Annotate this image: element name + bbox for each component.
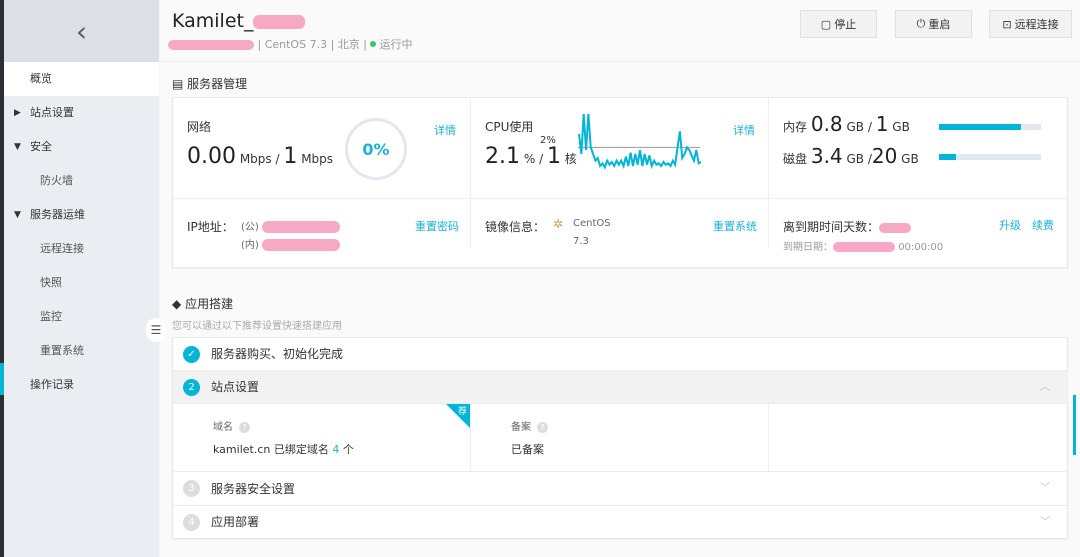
expiry-days: 离到期时间天数： [783, 218, 912, 235]
memory-bar [939, 124, 1041, 130]
renew-link[interactable]: 续费 [1032, 217, 1054, 233]
icp-value: 已备案 [511, 443, 544, 456]
caret-down-icon: ▼ [14, 142, 21, 152]
sidebar-item[interactable]: ▼ 安全 [4, 130, 159, 164]
layers-icon: ◆ [172, 297, 182, 311]
sidebar-item-label: 远程连接 [40, 242, 84, 255]
caret-down-icon: ▼ [14, 210, 21, 220]
help-icon[interactable]: ? [537, 422, 548, 433]
cpu-value: 2.1 % / 1 核 [485, 144, 577, 169]
sidebar-item[interactable]: 概览 [4, 62, 159, 96]
ip-label: IP地址： [187, 220, 234, 234]
expiry-date: 到期日期： 00:00:00 [783, 242, 944, 253]
sidebar-item-label: 服务器运维 [30, 208, 85, 221]
status-text: 运行中 [379, 38, 413, 51]
server-card: 网络 0.00 Mbps / 1 Mbps 0% 详情 CPU使用 2% 2.1… [172, 97, 1069, 268]
chevron-down-icon: ﹀ [1040, 483, 1050, 494]
section-title-server: ▤ 服务器管理 [172, 77, 248, 91]
image-version: 7.3 [573, 236, 589, 247]
network-label: 网络 [187, 120, 212, 134]
centos-icon: ✲ [553, 217, 564, 231]
reset-password-link[interactable]: 重置密码 [415, 218, 459, 234]
disk-value: 磁盘 3.4 GB /20 GB [783, 144, 919, 168]
network-value: 0.00 Mbps / 1 Mbps [187, 144, 334, 169]
sidebar-item-label: 防火墙 [40, 174, 73, 187]
instance-meta: | CentOS 7.3 | 北京 | 运行中 [168, 36, 412, 52]
chevron-down-icon: ﹀ [1040, 517, 1050, 528]
domain-label: 域名? [213, 418, 250, 433]
server-icon: ▤ [172, 77, 184, 91]
cpu-detail-link[interactable]: 详情 [733, 122, 755, 138]
domain-value: kamilet.cn 已绑定域名 4 个 [213, 443, 354, 456]
network-detail-link[interactable]: 详情 [434, 122, 456, 138]
sidebar-item-label: 概览 [30, 72, 52, 85]
sidebar-item-label: 监控 [40, 310, 62, 323]
power-icon: ⏻ [916, 17, 926, 30]
cpu-sparkline [578, 113, 702, 170]
domain-count-link[interactable]: 4 [332, 443, 339, 456]
sidebar-item-label: 快照 [40, 276, 62, 289]
sidebar-item[interactable]: 远程连接 [4, 232, 159, 266]
caret-right-icon: ▶ [14, 108, 21, 118]
step-row[interactable]: 3 服务器安全设置 ﹀ [173, 472, 1068, 506]
reset-system-link[interactable]: 重置系统 [713, 218, 757, 234]
recommend-badge: 荐 [458, 407, 468, 417]
sidebar-item[interactable]: 操作记录 [4, 368, 159, 402]
step-row-active[interactable]: 2 站点设置 ︿ [173, 371, 1068, 404]
step-row[interactable]: ✓ 服务器购买、初始化完成 [173, 338, 1068, 371]
help-icon[interactable]: ? [239, 422, 250, 433]
sidebar-item[interactable]: ▶ 站点设置 [4, 96, 159, 130]
sidebar-item[interactable]: 监控 [4, 300, 159, 334]
main-content: Kamilet_ | CentOS 7.3 | 北京 | 运行中 ▢ 停止 ⏻ 重启… [146, 0, 1080, 557]
remote-connect-button[interactable]: ⊡ 远程连接 [989, 10, 1072, 38]
cpu-label: CPU使用 [485, 120, 534, 134]
sidebar-item[interactable]: ▼ 服务器运维 [4, 198, 159, 232]
sidebar-item-label: 安全 [30, 140, 52, 153]
memory-value: 内存 0.8 GB / 1 GB [783, 112, 910, 136]
public-ip: (公) [241, 218, 340, 233]
sidebar-item[interactable]: 重置系统 [4, 334, 159, 368]
chevron-left-icon: ‹ [75, 14, 88, 48]
section-title-app: ◆ 应用搭建 [172, 297, 234, 311]
stop-button[interactable]: ▢ 停止 [800, 10, 877, 38]
network-gauge: 0% [345, 118, 407, 180]
cpu-usage-line [578, 113, 702, 170]
image-label: 镜像信息： [485, 220, 546, 234]
sidebar-item[interactable]: 快照 [4, 266, 159, 300]
menu-toggle-icon[interactable]: ☰ [146, 318, 166, 342]
disk-bar [939, 154, 1041, 160]
restart-button[interactable]: ⏻ 重启 [895, 10, 972, 38]
private-ip: (内) [241, 236, 340, 251]
sidebar-item-label: 站点设置 [30, 106, 74, 119]
collapse-button[interactable]: ‹ [4, 0, 159, 62]
terminal-icon: ⊡ [1002, 17, 1012, 31]
sidebar-item-label: 操作记录 [30, 378, 74, 391]
app-steps-card: ✓ 服务器购买、初始化完成 2 站点设置 ︿ 荐 域名? kamilet.cn 已绑定… [172, 337, 1068, 539]
active-indicator [0, 363, 4, 395]
page-title: Kamilet_ [172, 10, 306, 32]
icp-label: 备案? [511, 418, 548, 433]
chevron-up-icon: ︿ [1040, 382, 1050, 393]
scrollbar[interactable] [1073, 395, 1076, 455]
app-subtitle: 您可以通过以下推荐设置快速搭建应用 [172, 321, 342, 332]
step-row[interactable]: 4 应用部署 ﹀ [173, 506, 1068, 539]
step-detail: 荐 域名? kamilet.cn 已绑定域名 4 个 备案? 已备案 [173, 404, 1068, 472]
status-dot [370, 41, 377, 47]
sidebar: ‹ 概览 ▶ 站点设置 ▼ 安全防火墙 ▼ 服务器运维远程连接快照监控重置系统操作记录 [0, 0, 159, 557]
sidebar-item-label: 重置系统 [40, 344, 84, 357]
sidebar-item[interactable]: 防火墙 [4, 164, 159, 198]
square-icon: ▢ [820, 17, 832, 31]
image-name: CentOS [573, 218, 611, 229]
upgrade-link[interactable]: 升级 [999, 217, 1021, 233]
